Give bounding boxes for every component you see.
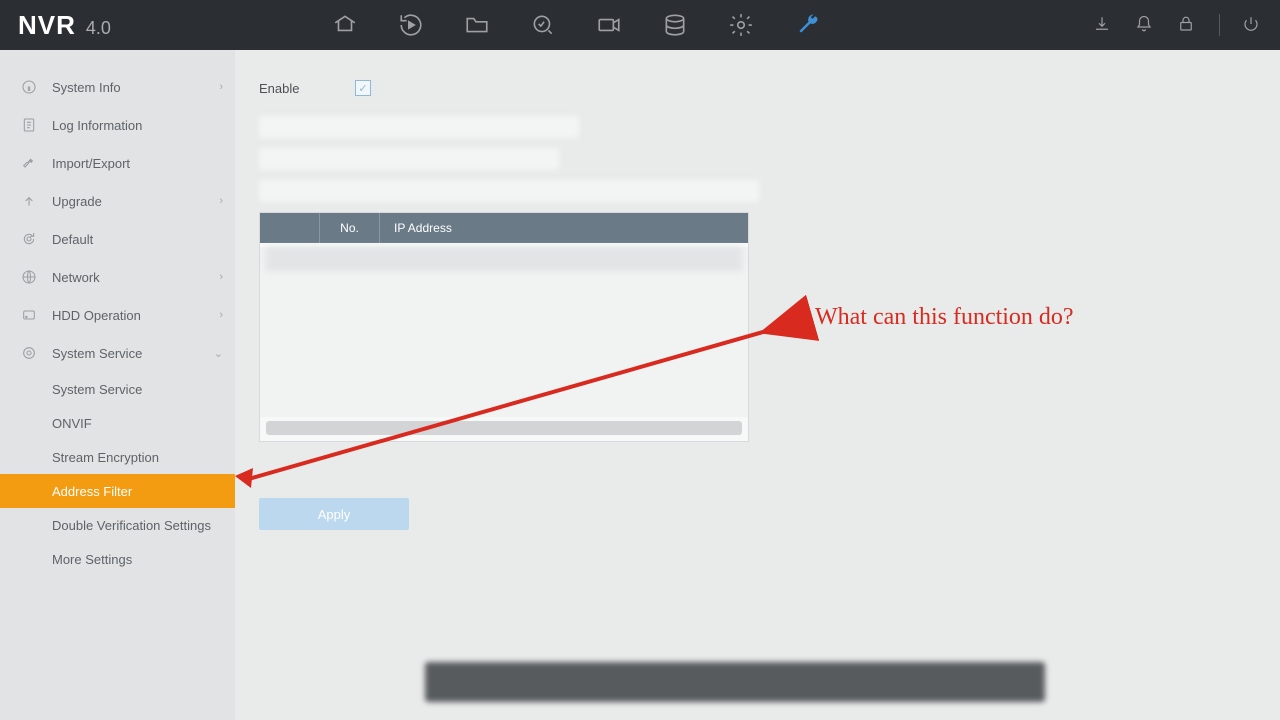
top-bar: NVR 4.0 — [0, 0, 1280, 50]
sidebar-item-label: Import/Export — [52, 156, 130, 171]
log-icon — [18, 117, 40, 133]
top-right-icons — [1093, 14, 1262, 36]
hdd-icon — [18, 307, 40, 323]
table-col-blank — [260, 213, 320, 243]
sidebar-item-hdd-operation[interactable]: HDD Operation › — [0, 296, 235, 334]
sidebar-item-label: Upgrade — [52, 194, 102, 209]
gear-reset-icon — [18, 231, 40, 247]
sidebar-item-default[interactable]: Default — [0, 220, 235, 258]
subitem-label: More Settings — [52, 552, 132, 567]
chevron-right-icon: › — [219, 271, 223, 283]
chevron-right-icon: › — [219, 309, 223, 321]
playback-icon[interactable] — [397, 11, 425, 39]
table-col-no: No. — [320, 213, 380, 243]
download-icon[interactable] — [1093, 15, 1113, 35]
subitem-label: Address Filter — [52, 484, 132, 499]
sidebar-item-network[interactable]: Network › — [0, 258, 235, 296]
sidebar-item-label: HDD Operation — [52, 308, 141, 323]
annotation-text: What can this function do? — [815, 304, 1074, 331]
redacted-field — [259, 148, 559, 170]
sidebar-item-label: Log Information — [52, 118, 142, 133]
redacted-field — [259, 116, 579, 138]
bell-icon[interactable] — [1135, 15, 1155, 35]
sidebar-item-label: System Info — [52, 80, 121, 95]
sidebar-item-upgrade[interactable]: Upgrade › — [0, 182, 235, 220]
sidebar-item-label: Default — [52, 232, 93, 247]
sidebar-item-label: Network — [52, 270, 100, 285]
service-icon — [18, 345, 40, 361]
subitem-address-filter[interactable]: Address Filter — [0, 474, 235, 508]
enable-label: Enable — [259, 81, 355, 96]
folder-icon[interactable] — [463, 11, 491, 39]
enable-row: Enable ✓ — [259, 80, 1256, 96]
search-activity-icon[interactable] — [529, 11, 557, 39]
maintenance-wrench-icon[interactable] — [793, 11, 821, 39]
globe-icon — [18, 269, 40, 285]
top-nav-icons — [331, 11, 821, 39]
apply-button[interactable]: Apply — [259, 498, 409, 530]
subitem-onvif[interactable]: ONVIF — [0, 406, 235, 440]
subitem-more-settings[interactable]: More Settings — [0, 542, 235, 576]
sidebar-item-import-export[interactable]: Import/Export — [0, 144, 235, 182]
subitem-label: System Service — [52, 382, 142, 397]
sidebar-item-system-info[interactable]: System Info › — [0, 68, 235, 106]
redacted-row — [266, 247, 742, 271]
storage-icon[interactable] — [661, 11, 689, 39]
sidebar-item-log-information[interactable]: Log Information — [0, 106, 235, 144]
subitem-double-verification[interactable]: Double Verification Settings — [0, 508, 235, 542]
camera-icon[interactable] — [595, 11, 623, 39]
subitem-stream-encryption[interactable]: Stream Encryption — [0, 440, 235, 474]
sidebar-item-system-service[interactable]: System Service ⌄ — [0, 334, 235, 372]
upgrade-icon — [18, 193, 40, 209]
redacted-field — [259, 180, 759, 202]
settings-icon[interactable] — [727, 11, 755, 39]
content-area: Enable ✓ No. IP Address Apply What can t… — [235, 50, 1280, 720]
power-icon[interactable] — [1242, 15, 1262, 35]
subitem-label: Stream Encryption — [52, 450, 159, 465]
sidebar: System Info › Log Information Import/Exp… — [0, 50, 235, 720]
enable-checkbox[interactable]: ✓ — [355, 80, 371, 96]
subitem-label: ONVIF — [52, 416, 92, 431]
tag-icon[interactable] — [331, 11, 359, 39]
ip-table: No. IP Address — [259, 212, 749, 442]
table-col-ip: IP Address — [380, 221, 452, 235]
brand-text: NVR — [18, 10, 76, 41]
lock-icon[interactable] — [1177, 15, 1197, 35]
chevron-right-icon: › — [219, 81, 223, 93]
version-text: 4.0 — [86, 18, 111, 39]
sidebar-item-label: System Service — [52, 346, 142, 361]
table-scrollbar[interactable] — [266, 421, 742, 435]
divider — [1219, 14, 1220, 36]
chevron-down-icon: ⌄ — [214, 347, 223, 360]
subitem-label: Double Verification Settings — [52, 518, 211, 533]
apply-button-label: Apply — [318, 507, 351, 522]
info-icon — [18, 79, 40, 95]
logo: NVR 4.0 — [18, 10, 111, 41]
wrench-icon — [18, 155, 40, 171]
subitem-system-service[interactable]: System Service — [0, 372, 235, 406]
table-header: No. IP Address — [260, 213, 748, 243]
table-body — [260, 247, 748, 417]
redacted-caption — [425, 662, 1045, 702]
chevron-right-icon: › — [219, 195, 223, 207]
